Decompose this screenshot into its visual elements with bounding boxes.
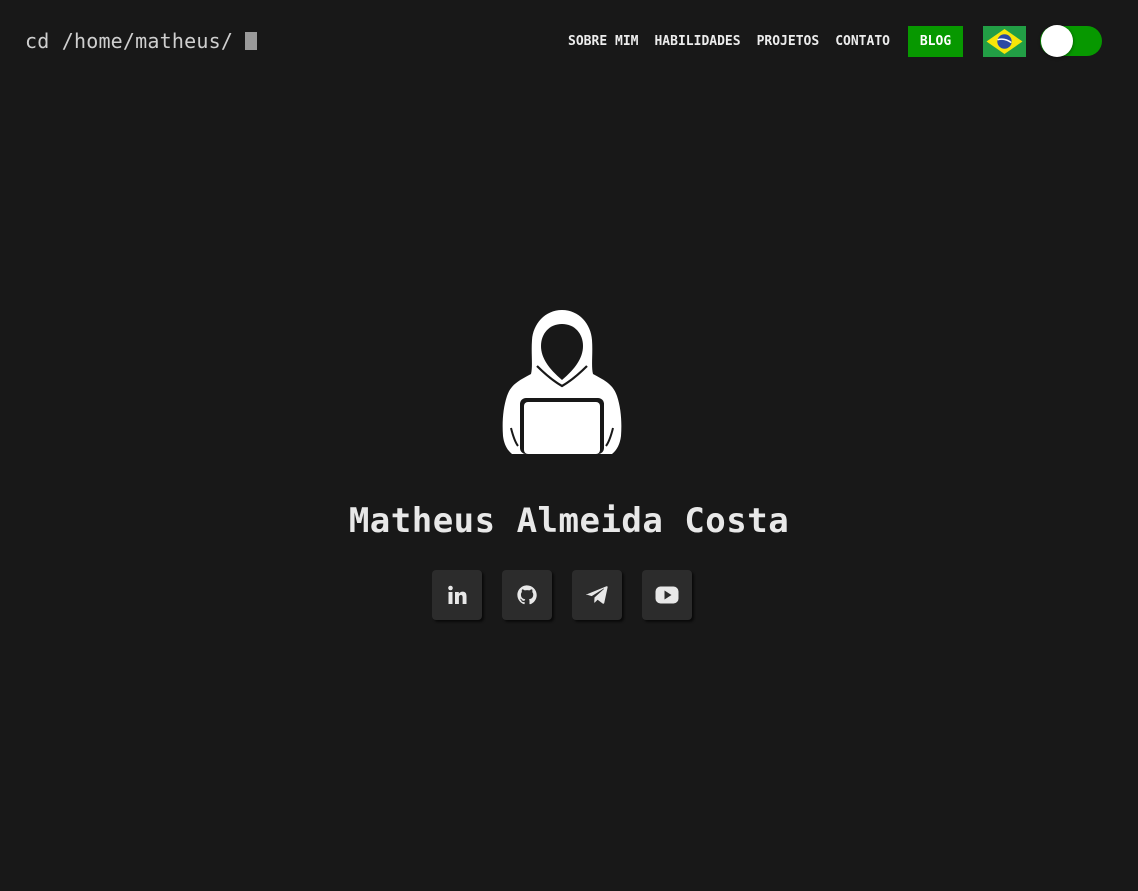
social-links [432, 570, 712, 620]
prompt-text: cd /home/matheus/ [25, 29, 234, 53]
github-button[interactable] [502, 570, 552, 620]
brazil-flag-icon[interactable] [983, 25, 1026, 57]
youtube-button[interactable] [642, 570, 692, 620]
nav-link-skills[interactable]: HABILIDADES [654, 34, 740, 49]
cursor-block [245, 32, 258, 50]
toggle-knob [1041, 25, 1073, 57]
linkedin-button[interactable] [432, 570, 482, 620]
nav-link-contact[interactable]: CONTATO [835, 34, 890, 49]
page: cd /home/matheus/ SOBRE MIM HABILIDADES … [0, 0, 1138, 891]
nav-link-about[interactable]: SOBRE MIM [568, 34, 638, 49]
github-icon [517, 585, 537, 605]
nav-link-projects[interactable]: PROJETOS [757, 34, 820, 49]
hooded-hacker-laptop-icon [502, 310, 622, 454]
youtube-icon [655, 586, 679, 604]
telegram-icon [586, 586, 608, 604]
telegram-button[interactable] [572, 570, 622, 620]
blog-button[interactable]: BLOG [908, 25, 963, 57]
linkedin-icon [448, 585, 467, 604]
terminal-prompt-logo[interactable]: cd /home/matheus/ [25, 28, 258, 54]
hero-name: Matheus Almeida Costa [348, 501, 790, 541]
main-nav: SOBRE MIM HABILIDADES PROJETOS CONTATO B… [568, 25, 1102, 57]
theme-toggle[interactable] [1040, 25, 1102, 57]
